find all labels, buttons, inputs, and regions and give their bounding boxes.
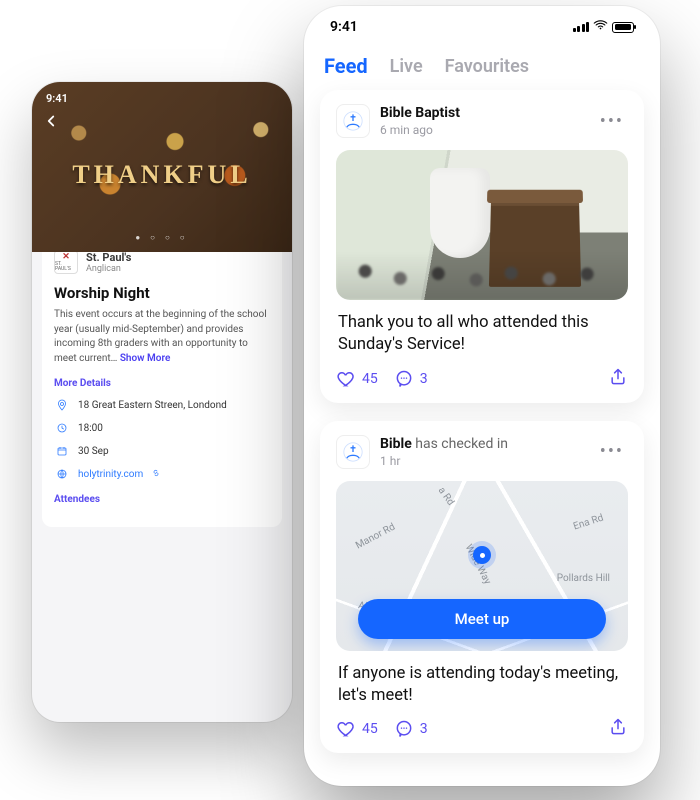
detail-address[interactable]: 18 Great Eastern Streen, Londond [54,397,270,413]
meet-up-button[interactable]: Meet up [358,599,606,639]
author-avatar[interactable] [336,435,370,469]
post-caption: If anyone is attending today's meeting, … [338,663,626,708]
post-time: 6 min ago [380,123,596,137]
status-time: 9:41 [330,19,358,35]
carousel-dots[interactable]: ● ○ ○ ○ [32,233,292,242]
map-street-label: Ena Rd [572,512,605,532]
location-icon [54,397,70,413]
post-more-button[interactable]: ••• [596,107,628,136]
author-checkin[interactable]: Bible has checked in [380,436,596,452]
detail-time: 18:00 [54,420,270,436]
attendees-header: Attendees [54,494,270,505]
like-button[interactable]: 45 [336,369,378,389]
comment-button[interactable]: 3 [394,719,428,739]
map-pin-icon [473,546,491,564]
comment-count: 3 [420,721,428,737]
clock-icon [54,420,70,436]
wifi-icon [593,19,608,35]
tab-feed[interactable]: Feed [324,54,368,78]
tab-live[interactable]: Live [390,54,423,78]
church-logo: ✕ST. PAUL'S [54,250,78,274]
event-hero-image[interactable]: 9:41 THANKFUL ● ○ ○ ○ [32,82,292,252]
comment-button[interactable]: 3 [394,369,428,389]
detail-date: 30 Sep [54,443,270,459]
battery-icon [612,22,634,33]
church-name: St. Paul's [86,251,131,264]
feed-post: Bible Baptist 6 min ago ••• Thank you to… [320,90,644,403]
map-street-label: a Rd [436,485,456,507]
feed-tabs: Feed Live Favourites [320,48,644,90]
date-text: 30 Sep [78,446,109,457]
event-card: ✕ST. PAUL'S St. Paul's Anglican Worship … [42,240,282,527]
hero-title-text: THANKFUL [32,160,292,190]
calendar-icon [54,443,70,459]
event-title: Worship Night [54,284,270,302]
map-area-label: Pollards Hill [557,573,610,584]
post-image[interactable] [336,150,628,300]
like-button[interactable]: 45 [336,719,378,739]
church-denomination: Anglican [86,264,131,274]
share-button[interactable] [608,717,628,741]
post-caption: Thank you to all who attended this Sunda… [338,312,626,357]
event-detail-screen: 9:41 THANKFUL ● ○ ○ ○ ✕ST. PAUL'S St. Pa… [32,82,292,722]
author-avatar[interactable] [336,104,370,138]
share-button[interactable] [608,367,628,391]
tab-favourites[interactable]: Favourites [445,54,529,78]
post-time: 1 hr [380,454,596,468]
feed-screen: 9:41 Feed Live Favourites Bible Baptist … [304,6,660,786]
like-count: 45 [362,721,378,737]
like-count: 45 [362,371,378,387]
show-more-link[interactable]: Show More [120,353,171,364]
map-street-label: Manor Rd [354,521,397,551]
more-details-header: More Details [54,378,270,389]
checkin-map[interactable]: Manor Rd Wide Way Pollards Hill Ena Rd A… [336,481,628,651]
cellular-icon [573,22,590,32]
status-bar: 9:41 [320,6,644,48]
author-name[interactable]: Bible Baptist [380,105,596,121]
comment-count: 3 [420,371,428,387]
time-text: 18:00 [78,423,103,434]
back-button[interactable] [42,112,60,135]
status-time: 9:41 [46,92,68,105]
church-row[interactable]: ✕ST. PAUL'S St. Paul's Anglican [54,250,270,274]
link-icon [151,468,161,481]
website-text: holytrinity.com [78,469,143,480]
event-description: This event occurs at the beginning of th… [54,308,270,366]
detail-website[interactable]: holytrinity.com [54,466,270,482]
globe-icon [54,466,70,482]
post-more-button[interactable]: ••• [596,437,628,466]
address-text: 18 Great Eastern Streen, Londond [78,400,227,411]
feed-post: Bible has checked in 1 hr ••• Manor Rd W… [320,421,644,754]
